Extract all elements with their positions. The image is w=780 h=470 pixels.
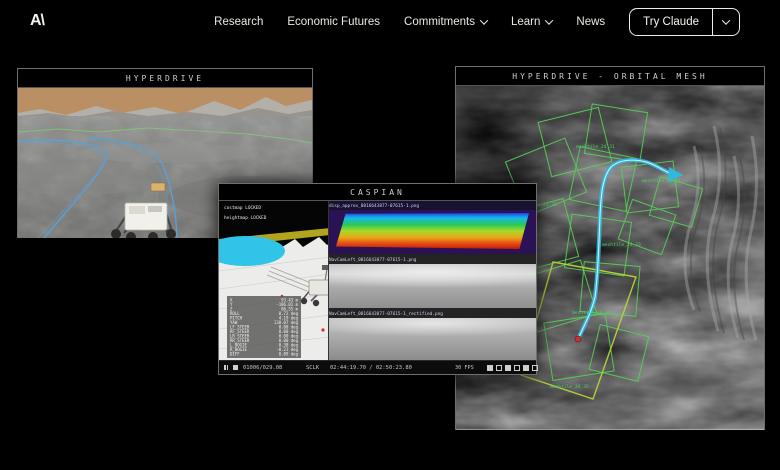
hyperdrive-panel-title: HYPERDRIVE: [18, 69, 312, 88]
disparity-filename: disp_approx_0816643877-07615-1.png: [329, 203, 419, 208]
heightmap-status: heightmap LOCKED: [224, 215, 266, 221]
nav-label: Economic Futures: [287, 16, 380, 28]
chevron-down-icon: [722, 16, 730, 24]
disparity-map: [329, 210, 536, 254]
sclk-label: SCLK: [306, 364, 319, 370]
navcam-rectified-filename: NavCamLeft_0816643877-07615-1_rectified.…: [329, 311, 443, 316]
caspian-panel: CASPIAN costmap LOCKED heightmap LOCKED: [218, 183, 537, 375]
tool-icon[interactable]: [532, 365, 538, 371]
disparity-subpanel: disp_approx_0816643877-07615-1.png: [329, 201, 536, 255]
nav-item-commitments[interactable]: Commitments: [404, 16, 487, 28]
fps-indicator: 30 FPS: [455, 365, 474, 371]
mesh-label: meshtile_24_35: [550, 384, 589, 390]
waypoint-dot: [321, 328, 324, 331]
disparity-gradient: [336, 213, 529, 249]
nav-item-research[interactable]: Research: [214, 16, 263, 28]
chevron-down-icon: [480, 16, 488, 24]
navcam-rectified-header: NavCamLeft_0816643877-07615-1_rectified.…: [329, 309, 536, 318]
page: A\ Research Economic Futures Commitments…: [0, 0, 780, 470]
nav-item-news[interactable]: News: [576, 16, 605, 28]
try-claude-button[interactable]: Try Claude: [629, 8, 740, 36]
caspian-panel-title: CASPIAN: [219, 184, 536, 201]
top-navigation: A\ Research Economic Futures Commitments…: [0, 0, 780, 44]
nav-label: News: [576, 16, 605, 28]
lock-status-overlay: costmap LOCKED heightmap LOCKED: [224, 205, 301, 225]
nav-item-learn[interactable]: Learn: [511, 16, 552, 28]
nav-label: Commitments: [404, 16, 475, 28]
mesh-label: meshtile_25_31: [642, 178, 681, 184]
orbital-panel-title: HYPERDRIVE - ORBITAL MESH: [456, 67, 764, 86]
try-claude-dropdown[interactable]: [712, 9, 739, 35]
navcam-subpanel-header: NavCamLeft_0816643877-07615-1.png: [329, 255, 536, 264]
nav-label: Research: [214, 16, 263, 28]
nav-item-economic-futures[interactable]: Economic Futures: [287, 16, 380, 28]
tool-icon[interactable]: [505, 365, 511, 371]
navcam-rectified-image: [329, 318, 536, 362]
nav-label: Learn: [511, 16, 540, 28]
nav-links: Research Economic Futures Commitments Le…: [214, 8, 780, 36]
caspian-body: costmap LOCKED heightmap LOCKED: [219, 201, 536, 362]
sclk-time: 02:44:19.70 / 02:50:23.80: [330, 364, 412, 370]
navcam-rectified-subpanel: NavCamLeft_0816643877-07615-1_rectified.…: [329, 309, 536, 362]
telemetry-row: DIFF0.09 deg: [230, 352, 298, 357]
tool-icon[interactable]: [496, 365, 502, 371]
navcam-image: [329, 264, 536, 308]
caspian-3d-view: costmap LOCKED heightmap LOCKED: [219, 201, 328, 362]
tool-icon[interactable]: [514, 365, 520, 371]
caspian-status-bar: 01006/029.08 SCLK 02:44:19.70 / 02:50:23…: [219, 360, 536, 374]
navcam-filename: NavCamLeft_0816643877-07615-1.png: [329, 257, 416, 262]
mesh-label: meshtile_24_34: [572, 310, 611, 316]
pause-button[interactable]: [224, 365, 228, 370]
caspian-image-column: disp_approx_0816643877-07615-1.png NavCa…: [328, 201, 536, 362]
disparity-subpanel-header: disp_approx_0816643877-07615-1.png: [329, 201, 536, 210]
navcam-subpanel: NavCamLeft_0816643877-07615-1.png: [329, 255, 536, 309]
rover-mast-head: [151, 183, 165, 191]
mesh-label: meshtile_24_33: [602, 242, 641, 248]
frame-counter: 01006/029.08: [243, 364, 282, 370]
tool-icon[interactable]: [487, 365, 493, 371]
mesh-label: meshtile_24_31: [576, 144, 615, 150]
telemetry-readout: X93.43 m Y-186.01 m Z86.55 m ROLL0.72 de…: [227, 296, 301, 358]
costmap-status: costmap LOCKED: [224, 205, 266, 211]
tool-icon[interactable]: [523, 365, 529, 371]
chevron-down-icon: [545, 16, 553, 24]
stop-button[interactable]: [233, 365, 238, 370]
rover-position-marker: [575, 336, 581, 342]
statusbar-tools: 30 FPS: [455, 363, 538, 372]
anthropic-logo[interactable]: A\: [30, 12, 44, 30]
try-claude-label: Try Claude: [630, 9, 712, 35]
